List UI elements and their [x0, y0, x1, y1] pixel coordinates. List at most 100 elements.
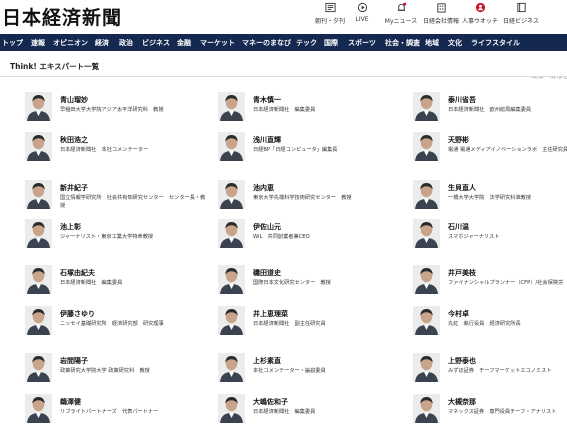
expert-card[interactable]: 井上恵理菜 日本経済新聞社 副主任研究員	[218, 306, 403, 342]
expert-description: ジャーナリスト・東京工業大学特命教授	[60, 234, 154, 240]
avatar	[413, 180, 440, 209]
nav-item-9[interactable]: テック	[296, 38, 317, 48]
header-tool-1[interactable]: LIVE	[342, 2, 382, 23]
expert-name[interactable]: 井戸美枝	[448, 268, 476, 278]
expert-card[interactable]: 池上彰ジャーナリスト・東京工業大学特命教授	[25, 219, 210, 255]
expert-name[interactable]: 上野泰也	[448, 356, 476, 366]
expert-name[interactable]: 秋田浩之	[60, 135, 88, 145]
expert-card[interactable]: 上野泰也 みずほ証券 チーフマーケットエコノミスト	[413, 353, 567, 389]
expert-card[interactable]: 磯田道史国際日本文化研究センター 教授	[218, 265, 403, 301]
expert-description: 東京大学先端科学技術研究センター 教授	[253, 195, 352, 201]
header-tool-3[interactable]: 日経会社情報	[421, 2, 461, 25]
expert-card[interactable]: 大嶋佐和子 日本経済新聞社 編集委員	[218, 394, 403, 430]
nav-item-15[interactable]: ライフスタイル	[471, 38, 520, 48]
nav-item-13[interactable]: 地域	[425, 38, 439, 48]
header-tool-label: 人事ウオッチ	[461, 18, 498, 25]
nav-item-10[interactable]: 国際	[324, 38, 338, 48]
expert-card[interactable]: 石塚由紀夫日本経済新聞社 編集委員	[25, 265, 210, 301]
expert-card[interactable]: 岩間陽子政策研究大学院大学 政策研究科 教授	[25, 353, 210, 389]
avatar	[413, 265, 440, 294]
nav-item-6[interactable]: 金融	[177, 38, 191, 48]
person-silhouette-icon	[25, 180, 52, 209]
avatar	[25, 92, 52, 121]
expert-name[interactable]: 磯田道史	[253, 268, 281, 278]
nav-item-3[interactable]: 経済	[95, 38, 109, 48]
nav-item-8[interactable]: マネーのまなび	[242, 38, 291, 48]
expert-name[interactable]: 上杉素直	[253, 356, 281, 366]
expert-name[interactable]: 井上恵理菜	[253, 309, 288, 319]
expert-name[interactable]: 大嶋佐和子	[253, 397, 288, 407]
expert-card[interactable]: 泰川省吾日本経済新聞社 欧州総局編集委員	[413, 92, 567, 128]
expert-name[interactable]: 鵜澤健	[60, 397, 81, 407]
avatar	[413, 92, 440, 121]
nav-item-1[interactable]: 速報	[31, 38, 45, 48]
person-silhouette-icon	[25, 353, 52, 382]
person-silhouette-icon	[25, 306, 52, 335]
expert-description: 国際日本文化研究センター 教授	[253, 280, 331, 286]
expert-name[interactable]: 伊藤さゆり	[60, 309, 95, 319]
expert-card[interactable]: 新井紀子 国立情報学研究所 社会共有知研究センター センター長・教授	[25, 180, 210, 216]
expert-card[interactable]: 今村卓 丸紅 執行役員 経済研究所長	[413, 306, 567, 342]
avatar	[218, 394, 245, 423]
avatar	[25, 180, 52, 209]
live-icon	[357, 2, 367, 13]
person-silhouette-icon	[413, 394, 440, 423]
person-silhouette-icon	[25, 265, 52, 294]
nav-item-4[interactable]: 政治	[119, 38, 133, 48]
expert-name[interactable]: 岩間陽子	[60, 356, 88, 366]
expert-name[interactable]: 青山瑠妙	[60, 95, 88, 105]
expert-card[interactable]: 鵜澤健 リブライトパートナーズ 代表パートナー	[25, 394, 210, 430]
header-tool-5[interactable]: 日経ビジネス	[501, 2, 541, 25]
header-tool-2[interactable]: Myニュース	[381, 2, 421, 25]
expert-name[interactable]: 石塚由紀夫	[60, 268, 95, 278]
person-silhouette-icon	[25, 219, 52, 248]
expert-card[interactable]: 伊佐山元 WiL 共同創業者兼CEO	[218, 219, 403, 255]
nav-item-2[interactable]: オピニオン	[53, 38, 88, 48]
person-silhouette-icon	[218, 180, 245, 209]
expert-name[interactable]: 天野彬	[448, 135, 469, 145]
avatar	[413, 219, 440, 248]
expert-card[interactable]: 浅川直輝日経BP「日経コンピュータ」編集長	[218, 132, 403, 168]
expert-name[interactable]: 新井紀子	[60, 183, 88, 193]
expert-description: 日本経済新聞社 欧州総局編集委員	[448, 107, 532, 113]
avatar	[218, 353, 245, 382]
expert-name[interactable]: 青木慎一	[253, 95, 281, 105]
expert-description: 日本経済新聞社 編集委員	[60, 280, 123, 286]
expert-description: 政策研究大学院大学 政策研究科 教授	[60, 368, 150, 374]
expert-card[interactable]: 秋田浩之 日本経済新聞社 本社コメンテーター	[25, 132, 210, 168]
person-silhouette-icon	[413, 180, 440, 209]
expert-name[interactable]: 伊佐山元	[253, 222, 281, 232]
nav-item-5[interactable]: ビジネス	[142, 38, 170, 48]
expert-description: 日経BP「日経コンピュータ」編集長	[253, 147, 338, 153]
nav-item-14[interactable]: 文化	[448, 38, 462, 48]
expert-card[interactable]: 井戸美枝 ファイナンシャルプランナー（CFP）/社会保険労	[413, 265, 567, 301]
expert-card[interactable]: 池内恵東京大学先端科学技術研究センター 教授	[218, 180, 403, 216]
expert-card[interactable]: 上杉素直本社コメンテーター・論説委員	[218, 353, 403, 389]
header-tool-4[interactable]: 人事ウオッチ	[460, 2, 500, 25]
expert-name[interactable]: 泰川省吾	[448, 95, 476, 105]
nav-item-12[interactable]: 社会・調査	[385, 38, 420, 48]
nav-item-0[interactable]: トップ	[2, 38, 23, 48]
expert-name[interactable]: 池上彰	[60, 222, 81, 232]
expert-card[interactable]: 天野彬 電通 電通メディアイノベーションラボ 主任研究員	[413, 132, 567, 168]
expert-card[interactable]: 青木慎一日本経済新聞社 編集委員	[218, 92, 403, 128]
expert-description: 日本経済新聞社 編集委員	[253, 107, 316, 113]
expert-name[interactable]: 石川温	[448, 222, 469, 232]
expert-card[interactable]: 大槻奈那 マネックス証券 専門役員チーフ・アナリスト	[413, 394, 567, 430]
person-silhouette-icon	[218, 265, 245, 294]
person-silhouette-icon	[218, 394, 245, 423]
expert-name[interactable]: 生貝直人	[448, 183, 476, 193]
person-silhouette-icon	[413, 353, 440, 382]
expert-card[interactable]: 石川温 スマホジャーナリスト	[413, 219, 567, 255]
expert-name[interactable]: 今村卓	[448, 309, 469, 319]
site-logo[interactable]: 日本経済新聞	[2, 3, 122, 30]
expert-card[interactable]: 生貝直人 一橋大学大学院 法学研究科准教授	[413, 180, 567, 216]
expert-name[interactable]: 池内恵	[253, 183, 274, 193]
expert-card[interactable]: 伊藤さゆり ニッセイ基礎研究所 経済研究部 研究理事	[25, 306, 210, 342]
expert-name[interactable]: 大槻奈那	[448, 397, 476, 407]
expert-name[interactable]: 浅川直輝	[253, 135, 281, 145]
nav-item-11[interactable]: スポーツ	[348, 38, 376, 48]
expert-card[interactable]: 青山瑠妙 早稲田大学大学院アジア太平洋研究科 教授	[25, 92, 210, 128]
expert-description: 本社コメンテーター・論説委員	[253, 368, 326, 374]
nav-item-7[interactable]: マーケット	[200, 38, 235, 48]
